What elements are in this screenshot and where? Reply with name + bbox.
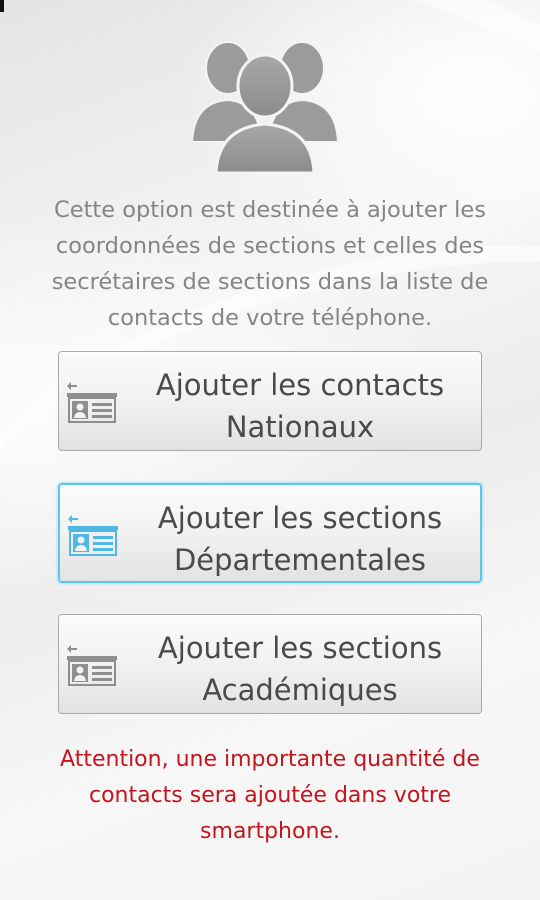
add-national-contacts-button[interactable]: Ajouter les contacts Nationaux: [58, 351, 482, 451]
contact-card-icon: [63, 643, 121, 687]
button-label: Ajouter les sections Académiques: [157, 631, 443, 707]
button-label: Ajouter les sections Départementales: [157, 501, 443, 577]
add-academic-sections-button[interactable]: Ajouter les sections Académiques: [58, 614, 482, 714]
warning-line: Attention, une importante quantité de: [60, 747, 480, 772]
contact-card-icon: [64, 513, 122, 557]
warning-text: Attention, une importante quantité de co…: [22, 742, 518, 850]
warning-line: smartphone.: [200, 819, 340, 844]
intro-line: Cette option est destinée à ajouter les: [54, 197, 486, 223]
intro-text: Cette option est destinée à ajouter les …: [22, 192, 518, 336]
add-departmental-sections-button[interactable]: Ajouter les sections Départementales: [58, 483, 482, 583]
warning-line: contacts sera ajoutée dans votre: [88, 783, 452, 808]
intro-line: contacts de votre téléphone.: [107, 305, 433, 331]
people-group-icon: [190, 30, 340, 175]
intro-line: coordonnées de sections et celles des: [55, 233, 485, 259]
intro-line: secrétaires de sections dans la liste de: [51, 269, 489, 295]
button-label: Ajouter les contacts Nationaux: [155, 368, 445, 444]
status-corner-mark: [0, 0, 4, 12]
contact-card-icon: [63, 380, 121, 424]
